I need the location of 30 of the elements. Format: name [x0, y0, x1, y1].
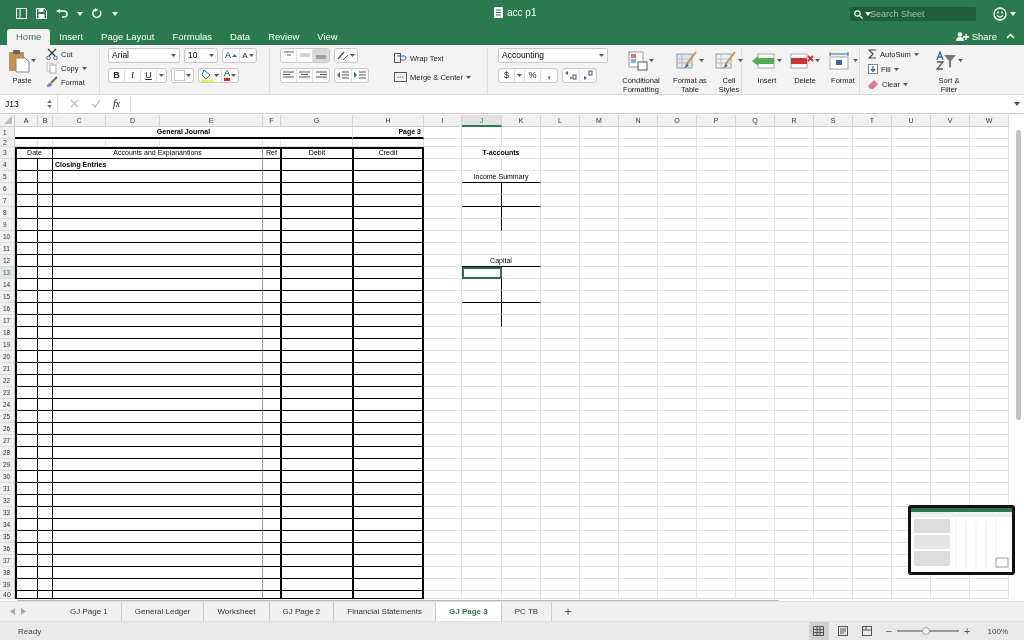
window-title: acc p1: [507, 7, 537, 18]
add-sheet-button[interactable]: +: [552, 602, 584, 621]
decrease-font-button[interactable]: A: [240, 48, 256, 62]
share-button[interactable]: Share: [955, 28, 997, 45]
ribbon-tab[interactable]: Data: [221, 28, 260, 45]
zoom-out-button[interactable]: −: [885, 625, 893, 637]
percent-button[interactable]: %: [525, 68, 541, 82]
ribbon-tab[interactable]: View: [308, 28, 347, 45]
font-name-field[interactable]: Arial: [108, 47, 180, 63]
bold-button[interactable]: B: [109, 68, 125, 82]
underline-button[interactable]: U: [141, 68, 157, 82]
name-box[interactable]: J13: [0, 94, 58, 113]
italic-button[interactable]: I: [125, 68, 141, 82]
number-format-field[interactable]: Accounting: [498, 47, 608, 63]
ribbon-tab[interactable]: Review: [259, 28, 309, 45]
ribbon-tab[interactable]: Insert: [50, 28, 93, 45]
ribbon-tab[interactable]: Page Layout: [92, 28, 164, 45]
comma-style-button[interactable]: ,: [541, 68, 557, 82]
increase-font-button[interactable]: A: [223, 48, 240, 62]
ribbon-tab[interactable]: Home: [7, 28, 51, 45]
zoom-level: 100%: [987, 626, 1008, 636]
font-color-button[interactable]: A: [222, 68, 238, 82]
search-field[interactable]: Search Sheet: [850, 6, 976, 21]
status-text: Ready: [18, 626, 42, 636]
font-size-field[interactable]: 10: [184, 47, 218, 63]
zoom-in-button[interactable]: +: [964, 625, 971, 637]
ribbon-tab[interactable]: Formulas: [163, 28, 222, 45]
sheet-tab[interactable]: GJ Page 3: [436, 602, 502, 621]
insert-function-button[interactable]: fx: [113, 98, 121, 110]
currency-button[interactable]: $: [499, 68, 515, 82]
